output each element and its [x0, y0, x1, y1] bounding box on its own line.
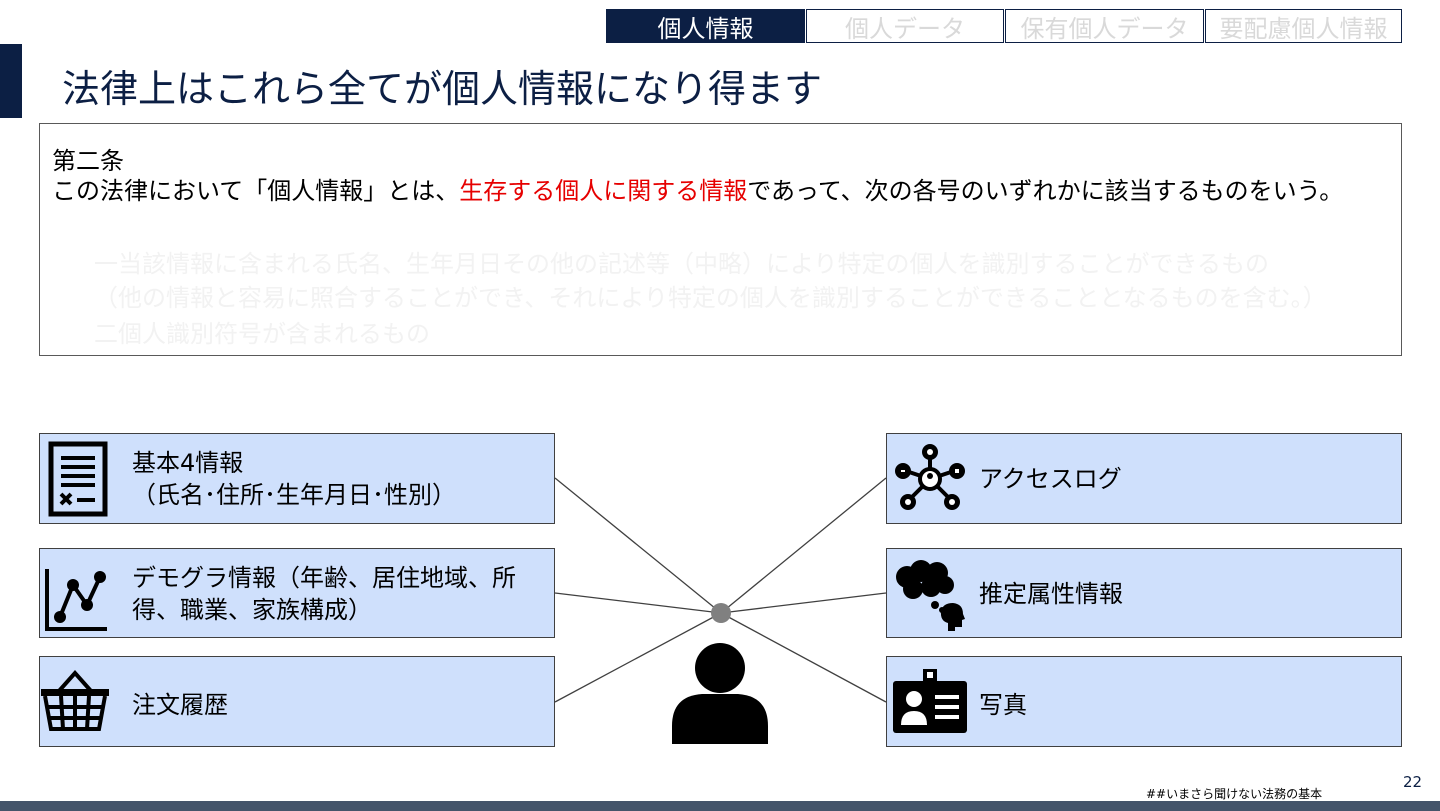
person-icon — [672, 643, 768, 744]
connector-photo — [720, 612, 887, 703]
page-number: 22 — [1403, 773, 1423, 791]
card-photo: 写真 — [886, 656, 1402, 747]
card-demographics: デモグラ情報（年齢、居住地域、所 得、職業、家族構成） — [39, 548, 555, 638]
card-order-history-label: 注文履歴 — [132, 691, 228, 719]
card-order-history: 注文履歴 — [39, 656, 555, 747]
thinking-head-icon — [896, 560, 965, 631]
footer-note: ##いまさら聞けない法務の基本 — [1146, 787, 1323, 801]
card-basic-info: 基本4情報 （氏名･住所･生年月日･性別） — [39, 433, 555, 524]
card-basic-info-line-2: （氏名･住所･生年月日･性別） — [132, 481, 456, 509]
card-demographics-line-2: 得、職業、家族構成） — [132, 596, 372, 624]
network-icon — [895, 444, 965, 510]
footer-bar — [0, 801, 1440, 811]
card-access-log-label: アクセスログ — [979, 465, 1122, 493]
connector-access-log — [720, 477, 887, 614]
card-estimated-attributes: 推定属性情報 — [886, 548, 1402, 638]
document-icon — [48, 441, 108, 517]
connector-demographics — [554, 592, 722, 614]
card-basic-info-line-1: 基本4情報 — [132, 449, 244, 477]
basket-icon — [41, 669, 109, 731]
card-photo-label: 写真 — [979, 691, 1027, 719]
card-access-log: アクセスログ — [886, 433, 1402, 524]
connector-order-history — [554, 612, 722, 703]
card-demographics-label: デモグラ情報（年齢、居住地域、所 得、職業、家族構成） — [132, 562, 516, 626]
card-estimated-attributes-label: 推定属性情報 — [979, 580, 1123, 608]
card-basic-info-label: 基本4情報 （氏名･住所･生年月日･性別） — [132, 447, 456, 511]
line-chart-icon — [45, 569, 107, 631]
connector-basic-info — [554, 477, 722, 614]
connector-estimated-attributes — [720, 592, 887, 614]
hub-node — [711, 603, 731, 623]
card-demographics-line-1: デモグラ情報（年齢、居住地域、所 — [132, 564, 516, 592]
id-card-icon — [893, 669, 967, 733]
